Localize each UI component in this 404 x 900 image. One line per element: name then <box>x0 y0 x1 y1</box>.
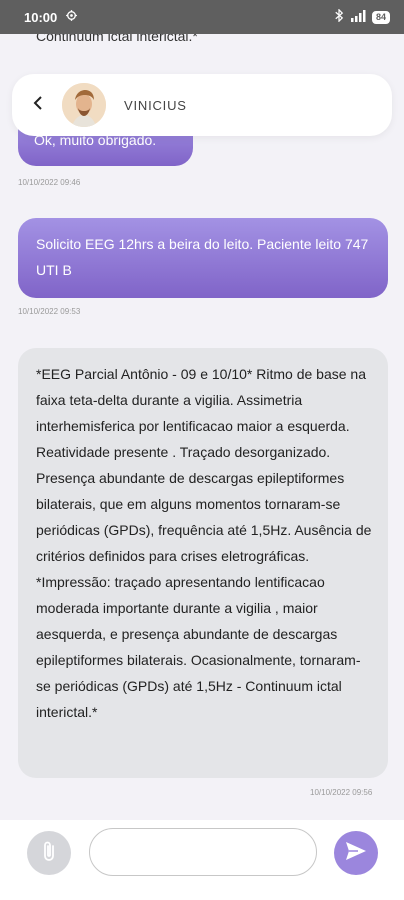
paperclip-icon <box>42 840 56 867</box>
message-text: Solicito EEG 12hrs a beira do leito. Pac… <box>36 236 369 278</box>
clipped-message-text: Continuum ictal interictal.* <box>36 34 198 44</box>
send-button[interactable] <box>334 831 378 875</box>
message-timestamp: 10/10/2022 09:56 <box>310 788 373 797</box>
back-button[interactable] <box>28 95 48 115</box>
message-input[interactable] <box>89 828 317 876</box>
bluetooth-icon <box>334 8 344 25</box>
message-bubble-received[interactable]: *EEG Parcial Antônio - 09 e 10/10* Ritmo… <box>18 348 388 778</box>
settings-gear-icon <box>65 9 78 25</box>
signal-icon <box>350 9 366 25</box>
battery-icon: 84 <box>371 10 390 24</box>
chat-area[interactable]: Continuum ictal interictal.* Ok, muito o… <box>0 34 404 820</box>
message-text: *EEG Parcial Antônio - 09 e 10/10* Ritmo… <box>36 366 372 720</box>
back-arrow-icon <box>32 95 44 116</box>
message-timestamp: 10/10/2022 09:46 <box>18 178 81 187</box>
chat-header: VINICIUS <box>12 74 392 136</box>
message-bubble-sent[interactable]: Solicito EEG 12hrs a beira do leito. Pac… <box>18 218 388 298</box>
message-timestamp: 10/10/2022 09:53 <box>18 307 81 316</box>
message-composer <box>0 820 404 900</box>
send-icon <box>345 841 367 866</box>
avatar[interactable] <box>62 83 106 127</box>
status-time: 10:00 <box>24 9 58 25</box>
contact-name[interactable]: VINICIUS <box>124 98 187 113</box>
attach-button[interactable] <box>27 831 71 875</box>
status-bar: 10:00 84 <box>0 0 404 34</box>
